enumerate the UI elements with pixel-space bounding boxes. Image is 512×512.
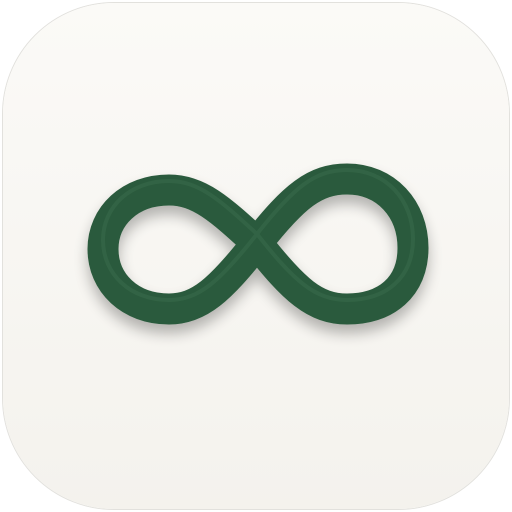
- app-icon-tile[interactable]: [2, 2, 510, 510]
- app-icon-canvas: [0, 0, 512, 512]
- app-icon-artwork: [3, 3, 509, 509]
